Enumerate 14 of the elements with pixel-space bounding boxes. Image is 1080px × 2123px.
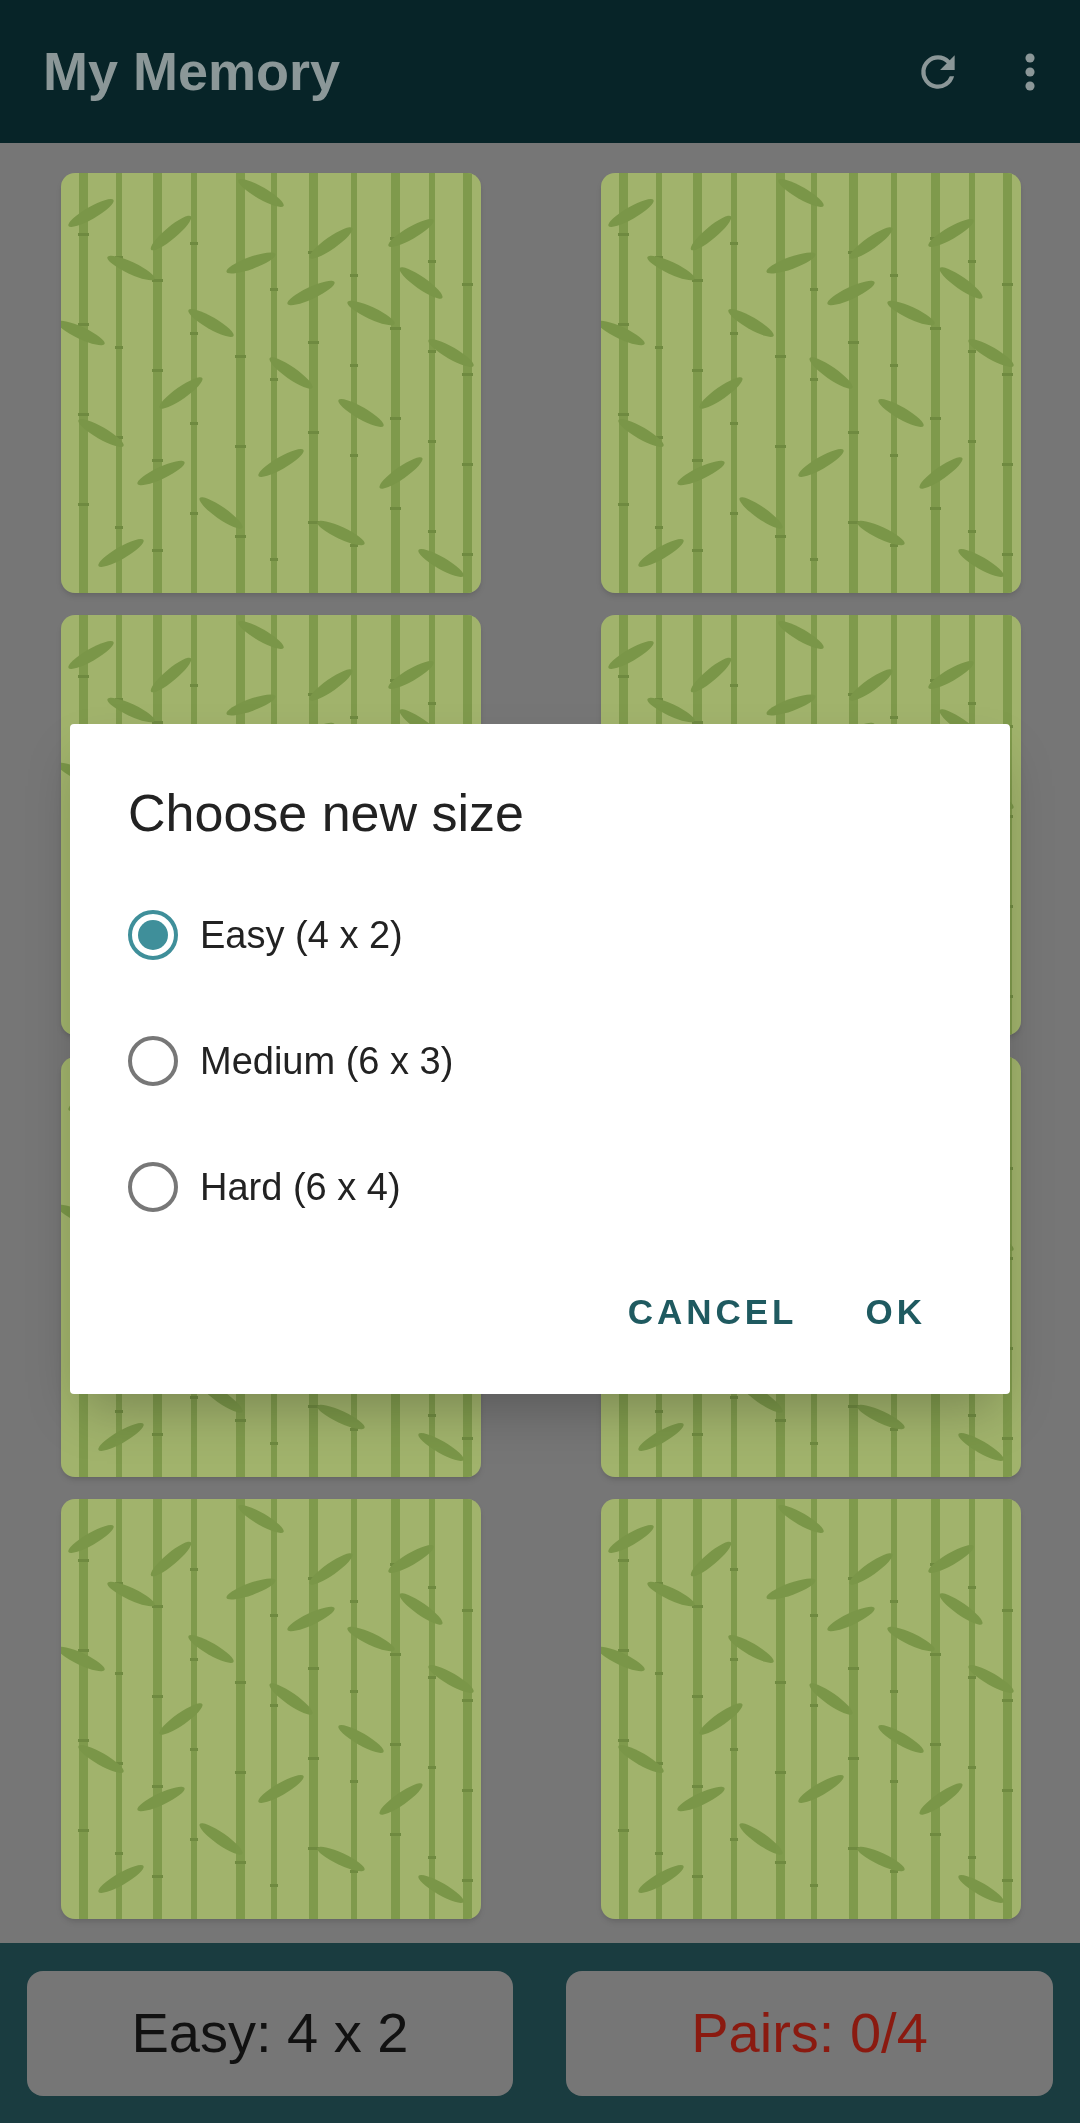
size-button[interactable]: Easy: 4 x 2: [27, 1970, 513, 2096]
size-option[interactable]: Medium (6 x 3): [128, 998, 960, 1124]
option-label: Medium (6 x 3): [200, 1038, 454, 1084]
dialog-title: Choose new size: [128, 783, 525, 844]
size-option[interactable]: Hard (6 x 4): [128, 1124, 960, 1250]
radio-button[interactable]: [128, 1162, 178, 1212]
size-option[interactable]: Easy (4 x 2): [128, 872, 960, 998]
dialog-button[interactable]: CANCEL: [613, 1270, 812, 1355]
option-label: Hard (6 x 4): [200, 1164, 401, 1210]
option-label: Easy (4 x 2): [200, 912, 403, 958]
radio-button[interactable]: [128, 910, 178, 960]
app-title: My Memory: [43, 40, 342, 103]
dialog-button[interactable]: OK: [851, 1270, 940, 1355]
radio-button[interactable]: [128, 1036, 178, 1086]
